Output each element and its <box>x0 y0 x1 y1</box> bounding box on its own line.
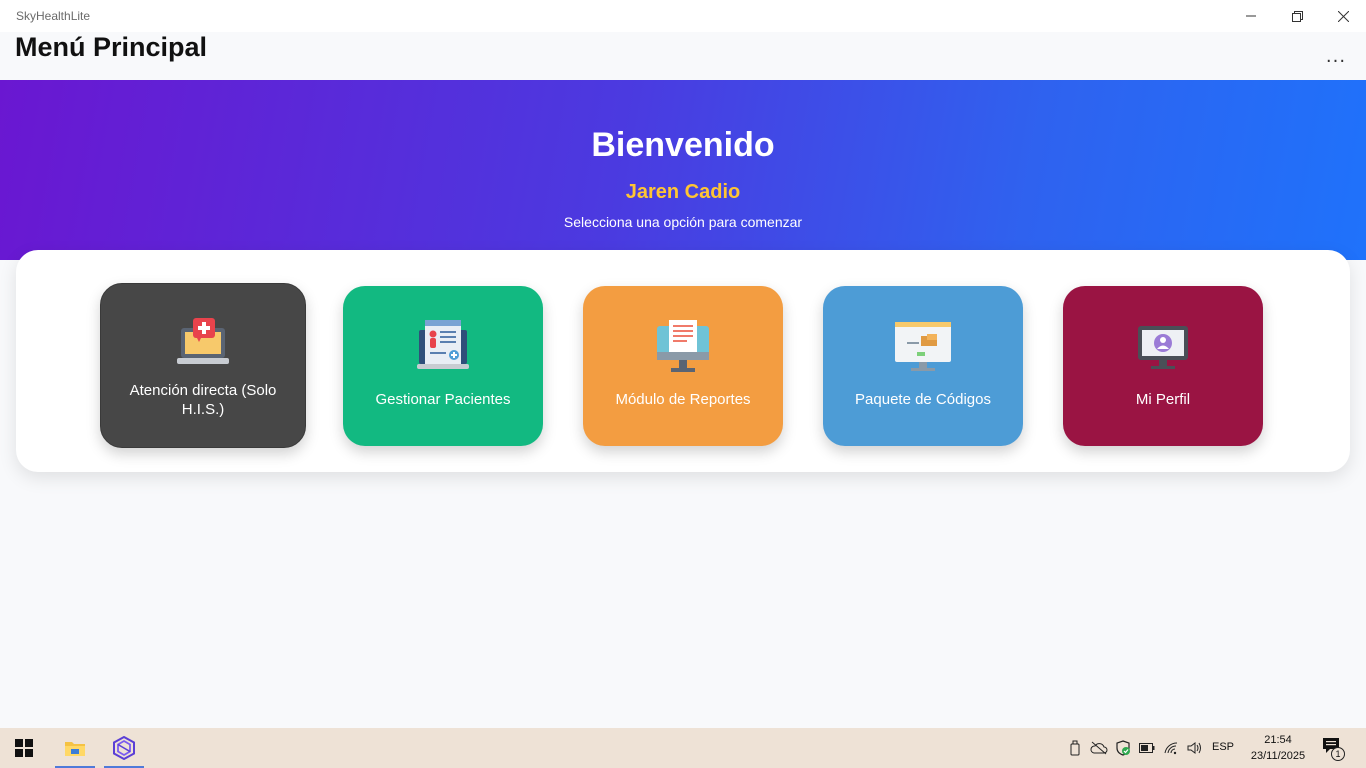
card-mi-perfil[interactable]: Mi Perfil <box>1063 286 1263 446</box>
card-label: Atención directa (Solo H.I.S.) <box>129 382 277 418</box>
volume-icon[interactable] <box>1183 728 1207 768</box>
security-shield-icon[interactable] <box>1111 728 1135 768</box>
app-title: SkyHealthLite <box>16 9 91 23</box>
card-atencion-directa[interactable]: Atención directa (Solo H.I.S.) <box>100 283 306 448</box>
more-icon: ... <box>1325 45 1347 67</box>
card-gestionar-pacientes[interactable]: Gestionar Pacientes <box>343 286 543 446</box>
page-title: Menú Principal <box>15 32 208 62</box>
clock[interactable]: 21:54 23/11/2025 <box>1244 732 1312 764</box>
folder-icon <box>65 742 85 756</box>
taskbar-skyhealth-app[interactable] <box>104 728 144 768</box>
card-paquete-codigos[interactable]: Paquete de Códigos <box>823 286 1023 446</box>
usb-icon[interactable] <box>1063 728 1087 768</box>
close-icon <box>1337 10 1349 22</box>
card-label: Módulo de Reportes <box>615 391 751 408</box>
profile-monitor-icon <box>1138 326 1188 369</box>
start-button[interactable] <box>0 728 48 768</box>
notification-count-badge: 1 <box>1331 747 1345 761</box>
card-label: Paquete de Códigos <box>855 391 991 408</box>
taskbar-file-explorer[interactable] <box>55 728 95 768</box>
language-indicator[interactable]: ESP <box>1212 741 1234 753</box>
page-header: Menú Principal ... <box>0 32 1366 80</box>
restore-button[interactable] <box>1274 0 1320 32</box>
report-monitor-icon <box>657 320 709 372</box>
restore-icon <box>1291 10 1303 22</box>
laptop-medical-icon <box>177 318 229 364</box>
minimize-icon <box>1246 15 1256 17</box>
card-label: Mi Perfil <box>1135 391 1191 408</box>
welcome-title: Bienvenido <box>591 126 775 164</box>
clock-date: 23/11/2025 <box>1250 750 1306 762</box>
windows-icon <box>15 739 33 757</box>
patient-record-icon <box>417 320 469 369</box>
close-button[interactable] <box>1320 0 1366 32</box>
card-label: Gestionar Pacientes <box>375 391 511 408</box>
user-name: Jaren Cadio <box>625 181 741 203</box>
app-logo-icon <box>113 736 135 760</box>
cloud-off-icon[interactable] <box>1087 728 1111 768</box>
code-package-monitor-icon <box>895 322 951 371</box>
welcome-subtitle: Selecciona una opción para comenzar <box>563 214 803 230</box>
system-tray <box>1063 728 1207 768</box>
welcome-banner: Bienvenido Jaren Cadio Selecciona una op… <box>0 80 1366 260</box>
title-bar: SkyHealthLite <box>0 0 1366 32</box>
notifications-button[interactable]: 1 <box>1320 736 1350 762</box>
battery-icon[interactable] <box>1135 728 1159 768</box>
wifi-icon[interactable] <box>1159 728 1183 768</box>
more-options-button[interactable]: ... <box>1322 42 1350 70</box>
menu-panel: Atención directa (Solo H.I.S.) Gestionar… <box>16 250 1350 472</box>
clock-time: 21:54 <box>1264 734 1292 746</box>
taskbar: ESP 21:54 23/11/2025 1 <box>0 728 1366 768</box>
minimize-button[interactable] <box>1228 0 1274 32</box>
card-modulo-reportes[interactable]: Módulo de Reportes <box>583 286 783 446</box>
